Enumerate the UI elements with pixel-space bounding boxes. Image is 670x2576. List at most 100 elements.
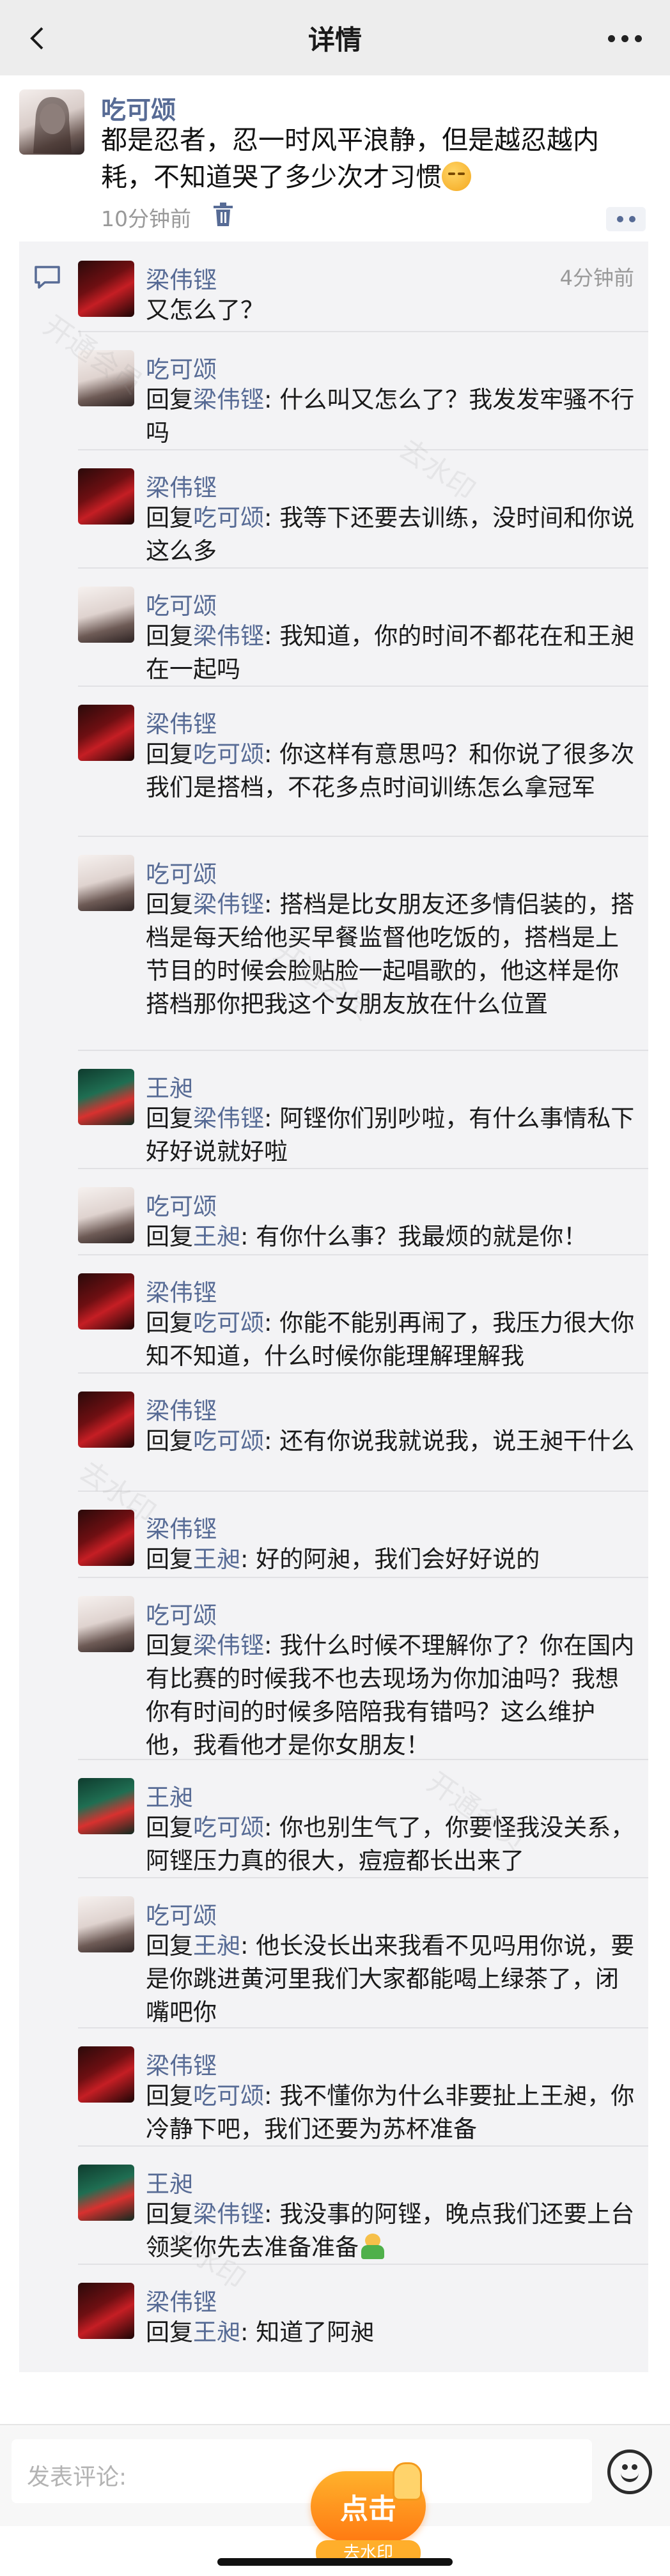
avatar[interactable]: [78, 1392, 134, 1448]
comment-item[interactable]: 吃可颂 回复王昶: 他长没长出来我看不见吗用你说，要是你跳进黄河里我们大家都能喝上…: [19, 1877, 648, 2034]
comment-item[interactable]: 王昶 回复梁伟铿: 阿铿你们别吵啦，有什么事情私下好好说就好啦: [19, 1050, 648, 1174]
avatar[interactable]: [78, 705, 134, 761]
avatar[interactable]: [78, 2283, 134, 2339]
chevron-left-icon[interactable]: [19, 19, 58, 57]
comment-text: 回复梁伟铿: 我知道，你的时间不都花在和王昶在一起吗: [146, 620, 638, 686]
comment-author[interactable]: 吃可颂: [146, 586, 217, 621]
comment-divider: [78, 2264, 648, 2265]
comment-author[interactable]: 吃可颂: [146, 1896, 217, 1931]
comment-author[interactable]: 王昶: [146, 1778, 193, 1813]
avatar[interactable]: [78, 468, 134, 525]
comment-author[interactable]: 梁伟铿: [146, 468, 217, 503]
comment-divider: [78, 1168, 648, 1169]
reply-target[interactable]: 梁伟铿: [193, 386, 264, 413]
comment-author[interactable]: 梁伟铿: [146, 1273, 217, 1308]
trash-icon[interactable]: [212, 202, 234, 227]
reply-separator: :: [264, 2082, 280, 2110]
comment-item[interactable]: 吃可颂 回复梁伟铿: 我什么时候不理解你了？你在国内有比赛的时候我不也去现场为你加…: [19, 1577, 648, 1767]
reply-target[interactable]: 王昶: [193, 2319, 240, 2346]
remove-watermark-promo[interactable]: 点击 去水印: [311, 2462, 445, 2566]
comment-text: 回复吃可颂: 我不懂你为什么非要扯上王昶，你冷静下吧，我们还要为苏杯准备: [146, 2080, 638, 2146]
comment-author[interactable]: 王昶: [146, 1069, 193, 1103]
comment-item[interactable]: 吃可颂 回复梁伟铿: 我知道，你的时间不都花在和王昶在一起吗: [19, 567, 648, 691]
comment-input[interactable]: 发表评论:: [12, 2439, 592, 2503]
comment-item[interactable]: 吃可颂 回复梁伟铿: 什么叫又怎么了？我发发牢骚不行吗: [19, 331, 648, 455]
more-dots-icon[interactable]: [602, 19, 647, 57]
avatar[interactable]: [78, 261, 134, 317]
comment-body: 有你什么事？我最烦的就是你！: [256, 1223, 588, 1250]
reply-target[interactable]: 梁伟铿: [193, 891, 264, 918]
reply-target[interactable]: 吃可颂: [193, 1814, 264, 1841]
comment-divider: [78, 331, 648, 332]
reply-target[interactable]: 王昶: [193, 1223, 240, 1250]
avatar[interactable]: [78, 1510, 134, 1566]
comment-author[interactable]: 吃可颂: [146, 1187, 217, 1222]
comment-item[interactable]: 梁伟铿 回复吃可颂: 我不懂你为什么非要扯上王昶，你冷静下吧，我们还要为苏杯准备: [19, 2027, 648, 2151]
avatar[interactable]: [78, 2046, 134, 2103]
reply-target[interactable]: 梁伟铿: [193, 1105, 264, 1132]
reply-target[interactable]: 王昶: [193, 1932, 240, 1959]
like-comment-menu-button[interactable]: [606, 207, 646, 231]
avatar[interactable]: [19, 89, 84, 155]
reply-target[interactable]: 梁伟铿: [193, 2200, 264, 2228]
comment-divider: [78, 686, 648, 687]
comment-time: 4分钟前: [559, 266, 634, 290]
comment-author[interactable]: 吃可颂: [146, 1596, 217, 1630]
reply-separator: :: [264, 1814, 280, 1841]
reply-separator: :: [264, 1309, 280, 1337]
comment-divider: [78, 836, 648, 837]
comment-author[interactable]: 梁伟铿: [146, 2046, 217, 2081]
reply-prefix: 回复: [146, 622, 193, 650]
avatar[interactable]: [78, 1273, 134, 1330]
comment-item[interactable]: 王昶 回复吃可颂: 你也别生气了，你要怪我没关系，阿铿压力真的很大，痘痘都长出来了: [19, 1759, 648, 1883]
comment-item[interactable]: 梁伟铿 回复吃可颂: 还有你说我就说我，说王昶干什么: [19, 1372, 648, 1496]
avatar[interactable]: [78, 1187, 134, 1243]
reply-separator: :: [264, 1632, 280, 1659]
avatar[interactable]: [78, 1896, 134, 1952]
comment-divider: [78, 2145, 648, 2147]
avatar[interactable]: [78, 2165, 134, 2221]
reply-target[interactable]: 吃可颂: [193, 1309, 264, 1337]
reply-target[interactable]: 吃可颂: [193, 2082, 264, 2110]
reply-target[interactable]: 吃可颂: [193, 504, 264, 532]
reply-target[interactable]: 梁伟铿: [193, 622, 264, 650]
avatar[interactable]: [78, 586, 134, 643]
comment-list: 梁伟铿 4分钟前 又怎么了？ 吃可颂 回复梁伟铿: 什么叫又怎么了？我发发牢骚不行吗 梁伟…: [19, 241, 648, 2372]
reply-prefix: 回复: [146, 386, 193, 413]
avatar[interactable]: [78, 855, 134, 911]
emoji-icon: [359, 2232, 387, 2260]
comment-author[interactable]: 梁伟铿: [146, 1510, 217, 1544]
avatar[interactable]: [78, 1069, 134, 1125]
smile-icon[interactable]: [607, 2450, 652, 2494]
comment-author[interactable]: 王昶: [146, 2165, 193, 2199]
comment-author[interactable]: 梁伟铿: [146, 705, 217, 739]
reply-target[interactable]: 吃可颂: [193, 740, 264, 768]
avatar[interactable]: [78, 1778, 134, 1834]
comment-text: 回复吃可颂: 我等下还要去训练，没时间和你说这么多: [146, 502, 638, 568]
comment-item[interactable]: 王昶 回复梁伟铿: 我没事的阿铿，晚点我们还要上台领奖你先去准备准备: [19, 2145, 648, 2269]
comment-text: 回复王昶: 他长没长出来我看不见吗用你说，要是你跳进黄河里我们大家都能喝上绿茶了…: [146, 1929, 638, 2029]
reply-target[interactable]: 王昶: [193, 1545, 240, 1573]
comment-item[interactable]: 吃可颂 回复王昶: 有你什么事？我最烦的就是你！: [19, 1168, 648, 1259]
comment-author[interactable]: 梁伟铿: [146, 1392, 217, 1426]
comment-item[interactable]: 吃可颂 回复梁伟铿: 搭档是比女朋友还多情侣装的，搭档是每天给他买早餐监督他吃饭的…: [19, 836, 648, 1059]
post-time: 10分钟前: [101, 206, 191, 231]
avatar[interactable]: [78, 350, 134, 406]
comment-item[interactable]: 梁伟铿 回复王昶: 知道了阿昶: [19, 2264, 648, 2354]
pointer-hand-icon: [393, 2462, 422, 2501]
comment-item[interactable]: 梁伟铿 回复王昶: 好的阿昶，我们会好好说的: [19, 1491, 648, 1581]
comment-author[interactable]: 梁伟铿: [146, 2283, 217, 2317]
comment-item[interactable]: 梁伟铿 回复吃可颂: 你能不能别再闹了，我压力很大你知不知道，什么时候你能理解理解…: [19, 1254, 648, 1378]
comment-item[interactable]: 梁伟铿 回复吃可颂: 我等下还要去训练，没时间和你说这么多: [19, 449, 648, 573]
comment-item[interactable]: 梁伟铿 回复吃可颂: 你这样有意思吗？和你说了很多次我们是搭档，不花多点时间训练怎…: [19, 686, 648, 843]
comment-author[interactable]: 吃可颂: [146, 350, 217, 385]
comment-text: 回复梁伟铿: 阿铿你们别吵啦，有什么事情私下好好说就好啦: [146, 1102, 638, 1169]
comment-author[interactable]: 吃可颂: [146, 855, 217, 889]
comment-author[interactable]: 梁伟铿: [146, 261, 217, 295]
reply-target[interactable]: 梁伟铿: [193, 1632, 264, 1659]
comment-item[interactable]: 梁伟铿 4分钟前又怎么了？: [19, 241, 648, 332]
reply-target[interactable]: 吃可颂: [193, 1427, 264, 1455]
avatar[interactable]: [78, 1596, 134, 1652]
reply-prefix: 回复: [146, 1223, 193, 1250]
comment-body: 又怎么了？: [146, 296, 264, 324]
